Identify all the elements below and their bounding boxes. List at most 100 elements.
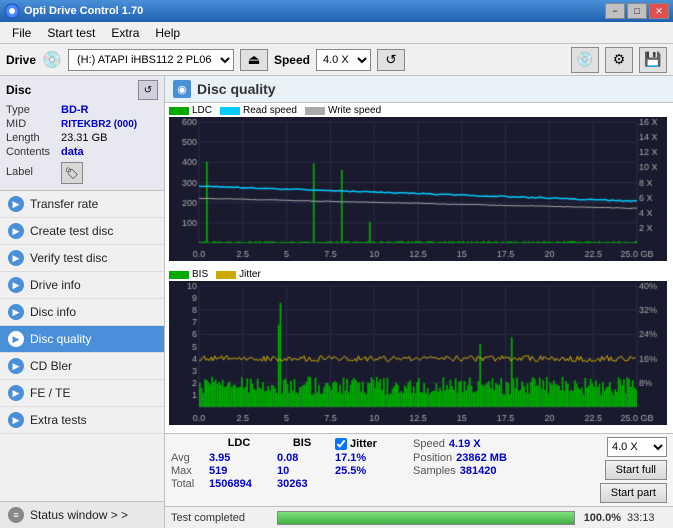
disc-row-type: Type BD-R [6, 104, 158, 116]
sidebar-item-create-test-disc[interactable]: ▶ Create test disc [0, 218, 164, 245]
window-controls: − □ ✕ [605, 3, 669, 19]
disc-contents-value: data [61, 146, 84, 158]
speed-label: Speed [274, 53, 310, 67]
charts-container: LDC Read speed Write speed [165, 103, 673, 433]
sidebar-item-disc-info[interactable]: ▶ Disc info [0, 299, 164, 326]
jitter-checkbox[interactable] [335, 438, 347, 450]
progress-area: Test completed 100.0% 33:13 [165, 506, 673, 528]
top-chart-canvas [169, 117, 667, 261]
drive-select[interactable]: (H:) ATAPI iHBS112 2 PL06 [68, 49, 234, 71]
disc-label-button[interactable]: 🏷 [61, 162, 83, 184]
stats-labels-col: Avg Max Total [171, 437, 201, 490]
disc-row-label: Label 🏷 [6, 160, 158, 184]
app-icon [4, 3, 20, 19]
stats-avg-label-row: Avg [171, 452, 201, 464]
stats-speed-select[interactable]: 4.0 X [607, 437, 667, 457]
title-text: Opti Drive Control 1.70 [24, 5, 605, 17]
content-header: ◉ Disc quality [165, 76, 673, 103]
verify-test-icon: ▶ [8, 250, 24, 266]
ldc-legend-color [169, 107, 189, 115]
disc-panel: Disc ↺ Type BD-R MID RITEKBR2 (000) Leng… [0, 76, 164, 191]
disc-row-length: Length 23.31 GB [6, 132, 158, 144]
disc-row-mid: MID RITEKBR2 (000) [6, 118, 158, 130]
fe-te-icon: ▶ [8, 385, 24, 401]
minimize-button[interactable]: − [605, 3, 625, 19]
stats-bis-avg: 0.08 [277, 452, 327, 464]
menu-bar: File Start test Extra Help [0, 22, 673, 44]
bottom-chart-container: BIS Jitter [169, 269, 669, 431]
disc-quality-icon: ▶ [8, 331, 24, 347]
menu-help[interactable]: Help [147, 24, 188, 42]
content-area: ◉ Disc quality LDC Read speed [165, 76, 673, 528]
sidebar-item-extra-tests[interactable]: ▶ Extra tests [0, 407, 164, 434]
drive-icon: 💿 [42, 50, 62, 70]
disc-panel-title: Disc [6, 83, 31, 97]
drive-label: Drive [6, 53, 36, 67]
stats-ldc-avg: 3.95 [209, 452, 269, 464]
extra-tests-icon: ▶ [8, 412, 24, 428]
settings-button[interactable]: ⚙ [605, 47, 633, 73]
menu-file[interactable]: File [4, 24, 39, 42]
stats-controls-col: 4.0 X Start full Start part [600, 437, 667, 503]
drive-info-icon: ▶ [8, 277, 24, 293]
sidebar-item-fe-te[interactable]: ▶ FE / TE [0, 380, 164, 407]
cd-bler-icon: ▶ [8, 358, 24, 374]
drive-bar: Drive 💿 (H:) ATAPI iHBS112 2 PL06 ⏏ Spee… [0, 44, 673, 76]
bottom-chart-legend: BIS Jitter [169, 269, 669, 280]
disc-quality-header-icon: ◉ [173, 80, 191, 98]
top-chart-container: LDC Read speed Write speed [169, 105, 669, 267]
sidebar-item-drive-info[interactable]: ▶ Drive info [0, 272, 164, 299]
stats-samples-row: Samples 381420 [413, 465, 592, 477]
bottom-chart-canvas [169, 281, 667, 425]
stats-bis-max: 10 [277, 465, 327, 477]
stats-ldc-max: 519 [209, 465, 269, 477]
stats-jitter-avg: 17.1% [335, 452, 405, 464]
progress-label: Test completed [171, 512, 271, 524]
top-chart-legend: LDC Read speed Write speed [169, 105, 669, 116]
disc-refresh-button[interactable]: ↺ [138, 80, 158, 100]
stats-total-label-row: Total [171, 478, 201, 490]
save-button[interactable]: 💾 [639, 47, 667, 73]
bis-legend-color [169, 271, 189, 279]
refresh-button[interactable]: ↺ [377, 49, 405, 71]
disc-row-contents: Contents data [6, 146, 158, 158]
close-button[interactable]: ✕ [649, 3, 669, 19]
stats-bis-col: BIS 0.08 10 30263 [277, 437, 327, 490]
sidebar-item-cd-bler[interactable]: ▶ CD Bler [0, 353, 164, 380]
disc-mid-value: RITEKBR2 (000) [61, 119, 137, 130]
speed-select[interactable]: 4.0 X [316, 49, 371, 71]
sidebar-item-verify-test-disc[interactable]: ▶ Verify test disc [0, 245, 164, 272]
sidebar-item-disc-quality[interactable]: ▶ Disc quality [0, 326, 164, 353]
disc-info-icon: ▶ [8, 304, 24, 320]
stats-jitter-max: 25.5% [335, 465, 405, 477]
transfer-rate-icon: ▶ [8, 196, 24, 212]
disc-length-value: 23.31 GB [61, 132, 107, 144]
stats-max-label-row: Max [171, 465, 201, 477]
start-full-button[interactable]: Start full [605, 460, 667, 480]
progress-bar [277, 511, 575, 525]
content-title: Disc quality [197, 81, 276, 97]
stats-speed-col: Speed 4.19 X Position 23862 MB Samples 3… [413, 437, 592, 477]
stats-jitter-col: Jitter 17.1% 25.5% [335, 437, 405, 477]
read-speed-legend-color [220, 107, 240, 115]
maximize-button[interactable]: □ [627, 3, 647, 19]
sidebar: Disc ↺ Type BD-R MID RITEKBR2 (000) Leng… [0, 76, 165, 528]
write-speed-legend-color [305, 107, 325, 115]
stats-ldc-col: LDC 3.95 519 1506894 [209, 437, 269, 490]
eject-button[interactable]: ⏏ [240, 49, 268, 71]
status-window-icon: ≡ [8, 507, 24, 523]
menu-start-test[interactable]: Start test [39, 24, 103, 42]
main-area: Disc ↺ Type BD-R MID RITEKBR2 (000) Leng… [0, 76, 673, 528]
stats-position-row: Position 23862 MB [413, 452, 592, 464]
create-test-icon: ▶ [8, 223, 24, 239]
status-window-button[interactable]: ≡ Status window > > [0, 501, 164, 528]
stats-bis-total: 30263 [277, 478, 327, 490]
disc-button[interactable]: 💿 [571, 47, 599, 73]
stats-bar: Avg Max Total LDC 3.95 519 1506894 BIS 0… [165, 433, 673, 506]
start-part-button[interactable]: Start part [600, 483, 667, 503]
progress-percent: 100.0% [581, 512, 621, 524]
sidebar-item-transfer-rate[interactable]: ▶ Transfer rate [0, 191, 164, 218]
stats-ldc-total: 1506894 [209, 478, 269, 490]
progress-time: 33:13 [627, 512, 667, 524]
menu-extra[interactable]: Extra [103, 24, 147, 42]
